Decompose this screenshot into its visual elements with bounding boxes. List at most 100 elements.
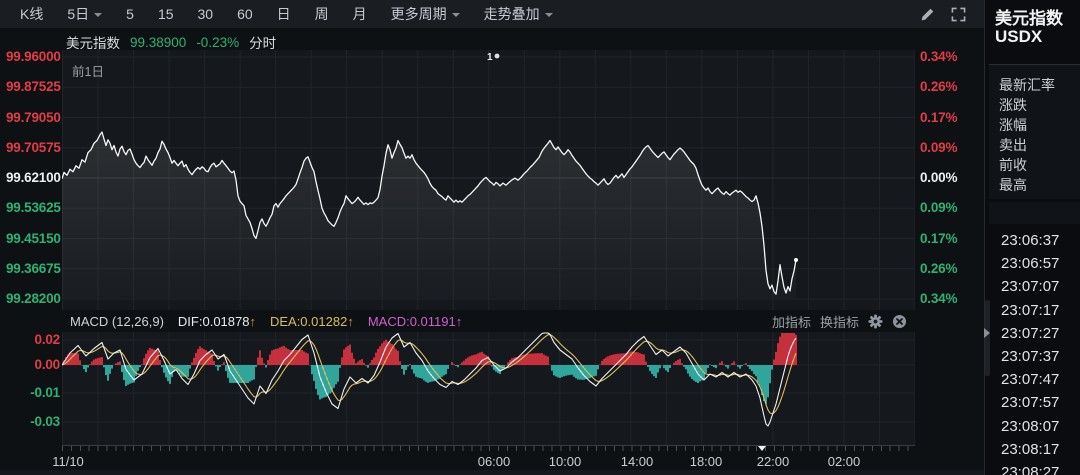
macd-axis-label: 0.02 [6, 332, 64, 348]
add-indicator-button[interactable]: 加指标 [772, 312, 811, 331]
panel-instrument-name: 美元指数 [995, 4, 1063, 29]
price-axis-label: 99.87525 [6, 79, 60, 95]
legend-instrument-name: 美元指数 [66, 32, 120, 52]
toolbar-item-month[interactable]: 月 [341, 4, 379, 24]
price-axis-label: 99.45150 [6, 231, 60, 247]
macd-axis-label: -0.03 [6, 414, 64, 430]
draw-tool-icon[interactable] [920, 7, 935, 22]
tick-timestamp: 23:07:37 [1001, 348, 1059, 366]
time-axis-label: 10:00 [549, 454, 582, 469]
chart-legend: 美元指数 99.38900 -0.23% 分时 [66, 33, 276, 51]
time-axis-label: 02:00 [828, 454, 861, 469]
tick-timestamp: 23:07:17 [1001, 302, 1059, 320]
toolbar-item-label: 5日 [67, 4, 89, 24]
price-chart-pane[interactable] [62, 50, 915, 310]
event-flag-icon[interactable]: 1 [486, 50, 502, 62]
fullscreen-icon[interactable] [951, 7, 966, 22]
panel-collapse-arrow-icon[interactable] [984, 328, 990, 338]
macd-axis-label: 0.00 [6, 357, 64, 373]
percent-axis-label: 0.00% [920, 170, 980, 186]
toolbar-item-label: 15 [158, 6, 174, 22]
close-indicator-icon[interactable] [892, 314, 907, 329]
panel-scrollbar[interactable] [985, 300, 990, 376]
indicator-settings-gear-icon[interactable] [868, 314, 883, 329]
quote-field-label: 涨幅 [999, 116, 1027, 134]
time-axis-label: 22:00 [757, 454, 790, 469]
quote-field-label: 卖出 [999, 136, 1027, 154]
percent-axis-label: 0.17% [920, 110, 980, 126]
panel-instrument-code: USDX [995, 27, 1042, 47]
legend-chart-mode[interactable]: 分时 [249, 32, 276, 52]
macd-axis-label: -0.01 [6, 385, 64, 401]
toolbar-item-label: 走势叠加 [484, 4, 540, 24]
macd-legend: MACD (12,26,9) DIF:0.01878↑ DEA:0.01282↑… [62, 310, 915, 332]
toolbar-item-15min[interactable]: 15 [146, 4, 186, 24]
toolbar-item-week[interactable]: 周 [303, 4, 341, 24]
price-axis-label: 99.53625 [6, 200, 60, 216]
percent-axis-label: 0.17% [920, 231, 980, 247]
tick-timestamp: 23:07:07 [1001, 278, 1059, 296]
tick-timestamp: 23:07:57 [1001, 394, 1059, 412]
macd-chart-pane[interactable] [62, 332, 915, 445]
price-axis-label: 99.36675 [6, 261, 60, 277]
toolbar-item-day[interactable]: 日 [265, 4, 303, 24]
toolbar-item-label: 月 [353, 4, 367, 24]
chevron-down-icon [545, 13, 553, 17]
toolbar-item-label: 30 [198, 6, 214, 22]
period-toolbar-items: K线 5日 5 15 30 60 日 周 月 更多周期 走势叠加 [0, 4, 565, 24]
switch-indicator-button[interactable]: 换指标 [820, 312, 859, 331]
percent-axis-label: 0.09% [920, 140, 980, 156]
quote-empty-row [989, 202, 1080, 224]
tick-timestamp: 23:08:17 [1001, 441, 1059, 459]
toolbar-item-label: 日 [277, 4, 291, 24]
trading-chart-app: K线 5日 5 15 30 60 日 周 月 更多周期 走势叠加 美元指数 99.38900 -0.… [0, 0, 1080, 475]
toolbar-item-kline[interactable]: K线 [0, 4, 55, 24]
toolbar-item-more-periods[interactable]: 更多周期 [379, 4, 472, 24]
toolbar-item-5day[interactable]: 5日 [55, 4, 114, 24]
time-axis-label: 06:00 [478, 454, 511, 469]
macd-dif-value: DIF:0.01878↑ [178, 314, 256, 329]
tick-timestamp: 23:07:47 [1001, 371, 1059, 389]
toolbar-item-30min[interactable]: 30 [186, 4, 226, 24]
price-axis-label: 99.79050 [6, 110, 60, 126]
tick-timestamp: 23:08:27 [1001, 464, 1059, 475]
price-axis-label: 99.70575 [6, 140, 60, 156]
svg-text:1: 1 [487, 52, 493, 62]
toolbar-item-60min[interactable]: 60 [225, 4, 265, 24]
toolbar-item-label: 更多周期 [391, 4, 447, 24]
quote-field-label: 涨跌 [999, 96, 1027, 114]
percent-axis-label: 0.26% [920, 79, 980, 95]
price-axis-label: 99.62100 [6, 170, 60, 186]
percent-axis-label: 0.26% [920, 261, 980, 277]
toolbar-item-trend-overlay[interactable]: 走势叠加 [472, 4, 565, 24]
time-axis-label: 18:00 [690, 454, 723, 469]
macd-title: MACD (12,26,9) [62, 314, 164, 329]
tick-timestamp: 23:07:27 [1001, 325, 1059, 343]
time-axis-label: 11/10 [52, 454, 84, 469]
percent-axis-label: 0.09% [920, 200, 980, 216]
toolbar-icons [920, 7, 984, 22]
indicator-actions: 加指标 换指标 [772, 312, 915, 331]
price-axis-label: 99.96000 [6, 49, 60, 65]
tick-timestamp: 23:08:07 [1001, 418, 1059, 436]
chevron-down-icon [94, 13, 102, 17]
tick-timestamp: 23:06:37 [1001, 232, 1059, 250]
macd-macd-value: MACD:0.01191↑ [368, 314, 462, 329]
macd-dea-value: DEA:0.01282↑ [270, 314, 354, 329]
period-toolbar: K线 5日 5 15 30 60 日 周 月 更多周期 走势叠加 [0, 0, 984, 28]
toolbar-item-label: 5 [126, 6, 134, 22]
chevron-down-icon [452, 13, 460, 17]
time-axis-ticks [62, 445, 915, 451]
tick-timestamp: 23:06:57 [1001, 255, 1059, 273]
toolbar-item-label: 周 [315, 4, 329, 24]
toolbar-item-5min[interactable]: 5 [114, 4, 146, 24]
toolbar-item-label: K线 [20, 4, 43, 24]
prev-day-label: 前1日 [72, 61, 104, 80]
toolbar-item-label: 60 [237, 6, 253, 22]
quote-field-label: 最新汇率 [999, 76, 1055, 94]
current-time-marker-icon [758, 446, 766, 451]
legend-change-percent: -0.23% [196, 35, 239, 50]
footer-strip [0, 470, 984, 475]
quote-field-label: 最高 [999, 176, 1027, 194]
price-axis-label: 99.28200 [6, 291, 60, 307]
